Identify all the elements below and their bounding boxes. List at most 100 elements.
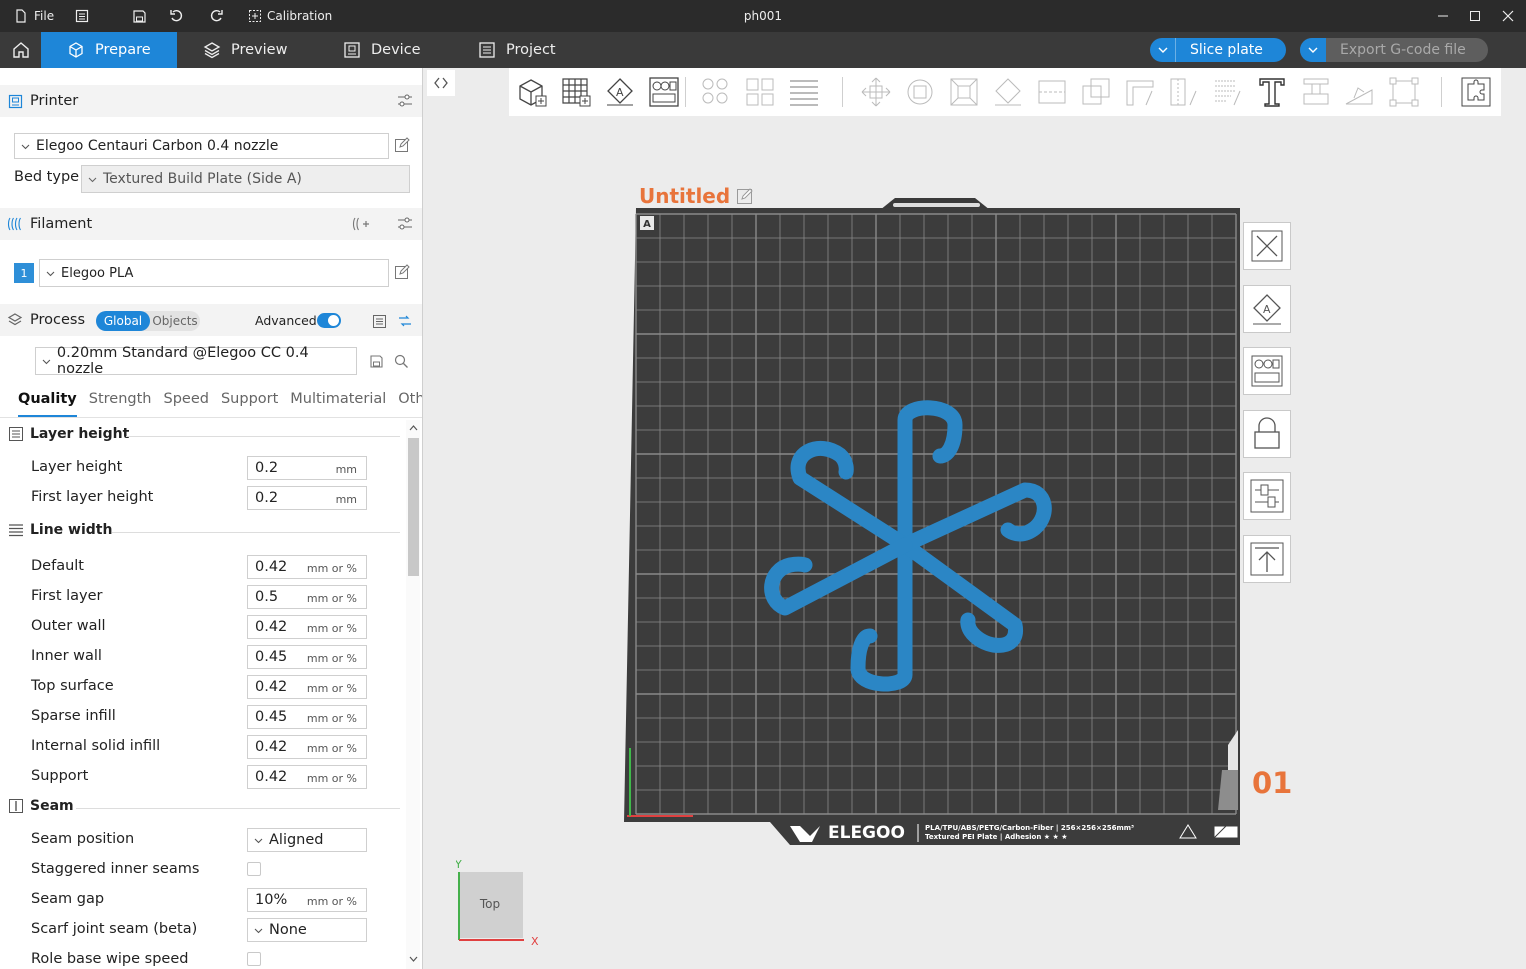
- search-settings-button[interactable]: [392, 352, 410, 370]
- slice-plate-button[interactable]: Slice plate: [1150, 38, 1286, 62]
- bed-type-select[interactable]: Textured Build Plate (Side A): [81, 165, 410, 193]
- tab-prepare[interactable]: Prepare: [41, 32, 177, 68]
- file-menu[interactable]: File: [14, 0, 54, 32]
- split-objects-button[interactable]: [699, 75, 733, 109]
- scale-tool-button[interactable]: [947, 75, 981, 109]
- process-compare-button[interactable]: [370, 312, 388, 330]
- plate-number[interactable]: 01: [1252, 766, 1292, 800]
- line-width-internal-solid-infill-input[interactable]: 0.42 mm or %: [247, 735, 367, 759]
- tab-device[interactable]: Device: [343, 32, 421, 68]
- delete-plate-button[interactable]: [1243, 222, 1291, 270]
- axis-y-label: Y: [456, 858, 462, 871]
- line-width-support-input[interactable]: 0.42 mm or %: [247, 765, 367, 789]
- line-width-sparse-infill-input[interactable]: 0.45 mm or %: [247, 705, 367, 729]
- line-width-top-surface-input[interactable]: 0.42 mm or %: [247, 675, 367, 699]
- plate-badge: A: [643, 219, 651, 230]
- build-plate-view[interactable]: A ELEGOO PLA/TPU/ABS/PETG/Carbon-Fiber |…: [600, 180, 1260, 870]
- cut-tool-button[interactable]: [1035, 75, 1069, 109]
- tab-speed[interactable]: Speed: [164, 391, 209, 417]
- scale-icon: [950, 78, 978, 106]
- process-preset-select[interactable]: 0.20mm Standard @Elegoo CC 0.4 nozzle: [35, 345, 357, 377]
- printer-select[interactable]: Elegoo Centauri Carbon 0.4 nozzle: [14, 133, 389, 159]
- boolean-tool-button[interactable]: [1079, 75, 1113, 109]
- list-menu-button[interactable]: [75, 0, 89, 32]
- tab-others[interactable]: Oth...: [398, 391, 422, 417]
- line-width-first-layer-input[interactable]: 0.5 mm or %: [247, 585, 367, 609]
- filament-slot-badge[interactable]: 1: [14, 263, 34, 283]
- orient-plate-button[interactable]: A: [1243, 285, 1291, 333]
- arrange-button[interactable]: [647, 75, 681, 109]
- split-parts-button[interactable]: [743, 75, 777, 109]
- calibration-menu[interactable]: Calibration: [248, 0, 332, 32]
- collapse-sidebar-button[interactable]: [427, 70, 455, 96]
- tab-support[interactable]: Support: [221, 391, 278, 417]
- undo-button[interactable]: [169, 0, 185, 32]
- plate-brand: ELEGOO: [828, 823, 905, 843]
- minimize-button[interactable]: [1425, 0, 1461, 32]
- save-preset-button[interactable]: [367, 352, 385, 370]
- text-tool-button[interactable]: [1255, 75, 1289, 109]
- plugin-tool-button[interactable]: [1459, 75, 1493, 109]
- advanced-toggle[interactable]: [317, 313, 341, 328]
- layers-editing-button[interactable]: [787, 75, 821, 109]
- move-tool-button[interactable]: [859, 75, 893, 109]
- seam-position-select[interactable]: Aligned: [247, 828, 367, 852]
- lay-on-face-button[interactable]: [991, 75, 1025, 109]
- settings-scrollbar[interactable]: [406, 420, 420, 969]
- export-dropdown[interactable]: [1300, 38, 1326, 62]
- rotate-tool-button[interactable]: [903, 75, 937, 109]
- filament-select[interactable]: Elegoo PLA: [39, 259, 389, 287]
- staggered-seams-checkbox[interactable]: [247, 862, 261, 876]
- seam-paint-button[interactable]: [1167, 75, 1201, 109]
- scope-global-button[interactable]: Global: [96, 311, 150, 331]
- fuzzy-skin-button[interactable]: [1211, 75, 1245, 109]
- slice-dropdown[interactable]: [1150, 38, 1176, 62]
- scope-objects-button[interactable]: Objects: [150, 314, 200, 328]
- line-width-outer-wall-input[interactable]: 0.42 mm or %: [247, 615, 367, 639]
- undo-icon: [170, 9, 183, 22]
- scarf-joint-select[interactable]: None: [247, 918, 367, 942]
- tab-quality[interactable]: Quality: [18, 391, 77, 417]
- scrollbar-thumb[interactable]: [408, 438, 419, 576]
- assembly-tool-button[interactable]: [1387, 75, 1421, 109]
- printer-settings-button[interactable]: [396, 92, 414, 110]
- tab-preview[interactable]: Preview: [203, 32, 287, 68]
- save-button[interactable]: [132, 0, 147, 32]
- calibration-icon: [249, 10, 261, 22]
- first-layer-height-input[interactable]: 0.2 mm: [247, 486, 367, 510]
- layer-height-input[interactable]: 0.2 mm: [247, 456, 367, 480]
- edit-filament-button[interactable]: [393, 263, 411, 281]
- view-navigation-cube[interactable]: Top Y X: [456, 858, 546, 953]
- title-bar: File Calibration ph001: [0, 0, 1526, 32]
- export-gcode-button[interactable]: Export G-code file: [1300, 38, 1488, 62]
- seam-gap-input[interactable]: 10% mm or %: [247, 888, 367, 912]
- measure-icon: [1345, 87, 1373, 105]
- edit-printer-button[interactable]: [393, 136, 411, 154]
- process-switch-button[interactable]: [396, 312, 414, 330]
- add-plate-button[interactable]: [559, 75, 593, 109]
- chevron-down-icon: [1158, 47, 1167, 53]
- redo-button[interactable]: [208, 0, 224, 32]
- line-width-inner-wall-input[interactable]: 0.45 mm or %: [247, 645, 367, 669]
- role-wipe-speed-checkbox[interactable]: [247, 952, 261, 966]
- add-object-button[interactable]: [515, 75, 549, 109]
- add-filament-button[interactable]: [350, 215, 370, 233]
- auto-orient-button[interactable]: A: [603, 75, 637, 109]
- process-layers-icon: [7, 313, 23, 326]
- plate-settings-button[interactable]: [1243, 472, 1291, 520]
- tab-project[interactable]: Project: [478, 32, 556, 68]
- filament-settings-button[interactable]: [396, 215, 414, 233]
- tab-strength[interactable]: Strength: [89, 391, 152, 417]
- close-window-button[interactable]: [1490, 0, 1526, 32]
- home-button[interactable]: [0, 32, 41, 68]
- lock-plate-button[interactable]: [1243, 410, 1291, 458]
- emboss-tool-button[interactable]: [1299, 75, 1333, 109]
- move-plate-to-top-button[interactable]: [1243, 535, 1291, 583]
- support-paint-button[interactable]: [1123, 75, 1157, 109]
- maximize-button[interactable]: [1457, 0, 1493, 32]
- line-width-default-input[interactable]: 0.42 mm or %: [247, 555, 367, 579]
- puzzle-icon: [1461, 77, 1491, 107]
- arrange-plate-button[interactable]: [1243, 347, 1291, 395]
- tab-multimaterial[interactable]: Multimaterial: [290, 391, 386, 417]
- measure-tool-button[interactable]: [1343, 75, 1377, 109]
